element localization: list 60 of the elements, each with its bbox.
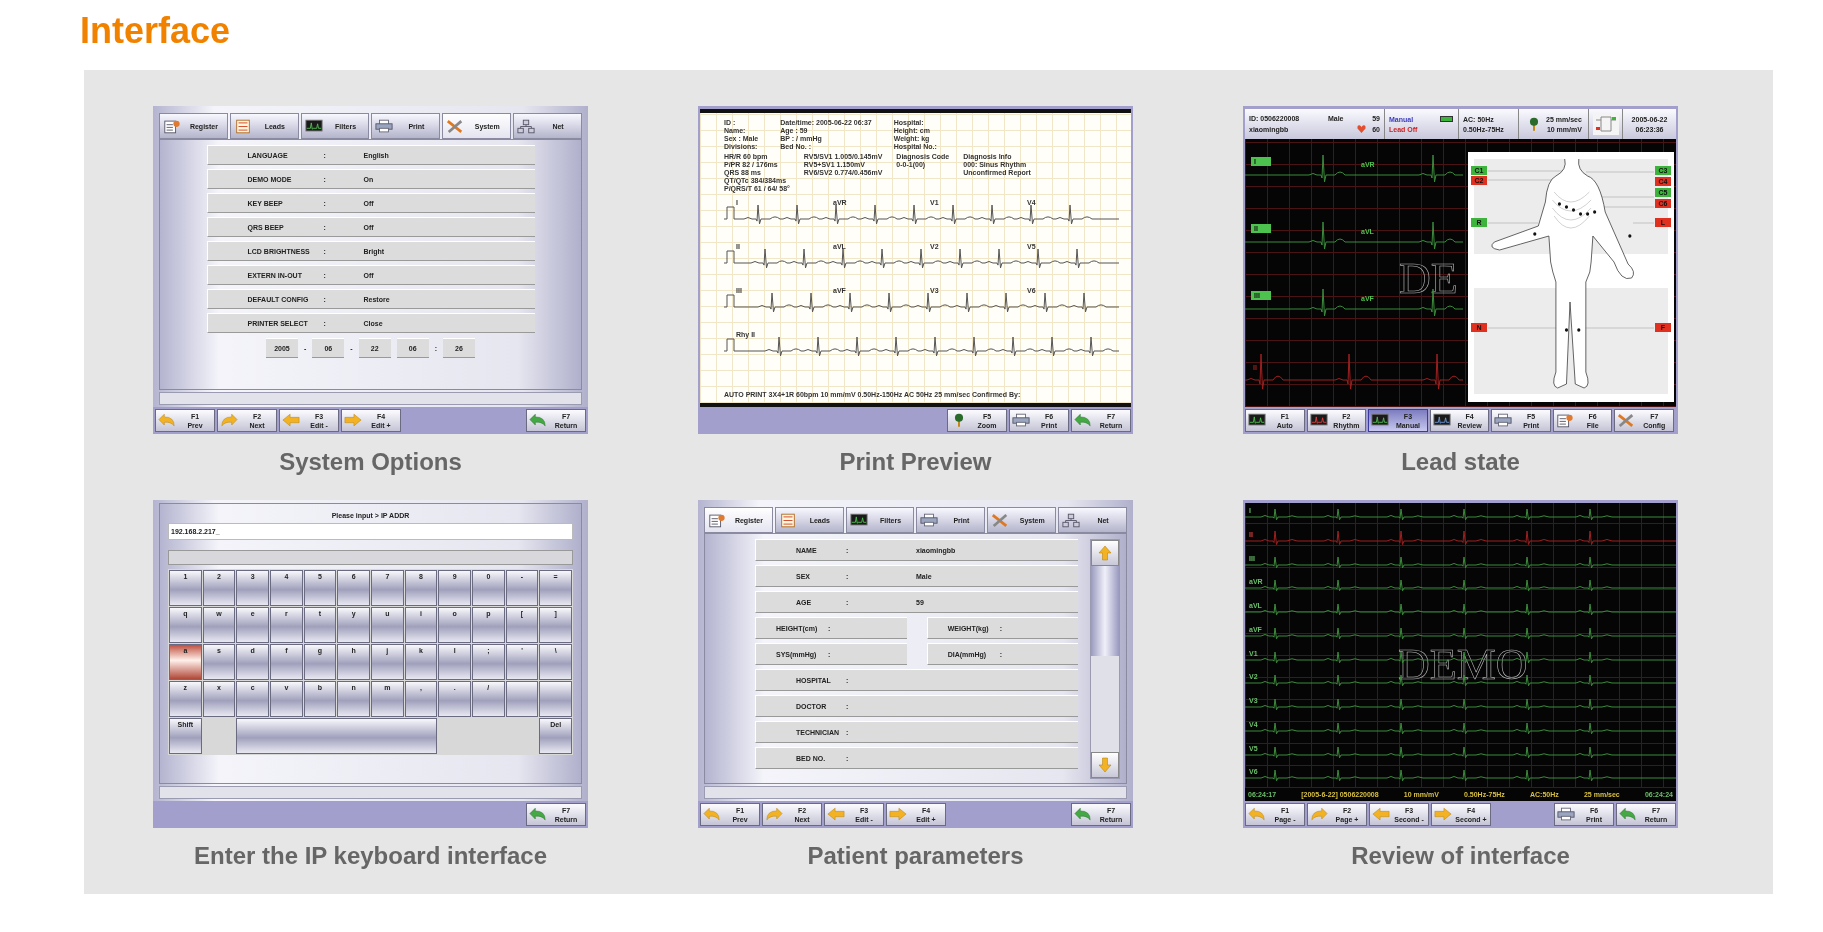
printer-icon [1012,413,1030,428]
arrow-icon [344,413,362,428]
scroll-bar[interactable] [1090,539,1120,779]
printer-icon [375,118,394,134]
clipboard-icon [708,512,726,528]
curved-arrow-icon [220,413,238,428]
network-icon [1062,512,1081,528]
monitor-icon [1309,413,1328,428]
tools-icon [991,512,1010,528]
curved-arrow-icon [1619,807,1637,822]
watermark-text: DE [1399,253,1458,304]
space-bar-key[interactable] [236,718,438,754]
curved-arrow-icon [765,807,783,822]
curved-arrow-icon [1074,413,1092,428]
scroll-thumb[interactable] [1091,566,1119,656]
curved-arrow-icon [703,807,721,822]
arrow-icon [1434,807,1452,822]
tools-icon [446,118,465,134]
image-caption: Lead state [1401,448,1520,476]
curved-arrow-icon [529,807,547,822]
monitor-icon [1432,413,1451,428]
tools-icon [1617,413,1636,428]
scroll-down-button[interactable] [1091,752,1119,778]
image-caption: Enter the IP keyboard interface [194,842,547,870]
clipboard-icon [1555,413,1574,428]
network-icon [517,118,536,134]
leader-line [1585,171,1655,208]
image-caption: System Options [279,448,462,476]
checklist-icon [778,512,797,528]
arrow-icon [282,413,300,428]
curved-arrow-icon [1248,807,1266,822]
image-caption: Print Preview [839,448,992,476]
heart-icon [1357,125,1367,133]
curved-arrow-icon [1310,807,1328,822]
monitor-icon [1371,413,1390,428]
curved-arrow-icon [1074,807,1092,822]
up-arrow-icon [1098,545,1113,561]
keyboard-key[interactable] [539,681,572,717]
printer-icon [920,512,939,528]
arrow-icon [827,807,845,822]
arrow-icon [1372,807,1390,822]
scroll-up-button[interactable] [1091,540,1119,566]
printer-icon [1494,413,1513,428]
curved-arrow-icon [529,413,547,428]
clipboard-icon [163,118,181,134]
image-caption: Review of interface [1351,842,1570,870]
printer-icon [1557,807,1575,822]
monitor-icon [849,512,868,528]
watermark-text: DEMO [1398,639,1528,690]
monitor-icon [1248,413,1266,428]
battery-icon [1440,116,1454,122]
page-title: Interface [79,9,232,53]
body-thumbnail-icon [1592,113,1619,135]
image-caption: Patient parameters [807,842,1024,870]
down-arrow-icon [1098,757,1113,773]
checklist-icon [233,118,252,134]
monitor-icon [304,118,323,134]
keyboard-key[interactable] [505,681,539,717]
curved-arrow-icon [158,413,176,428]
arrow-icon [889,807,907,822]
